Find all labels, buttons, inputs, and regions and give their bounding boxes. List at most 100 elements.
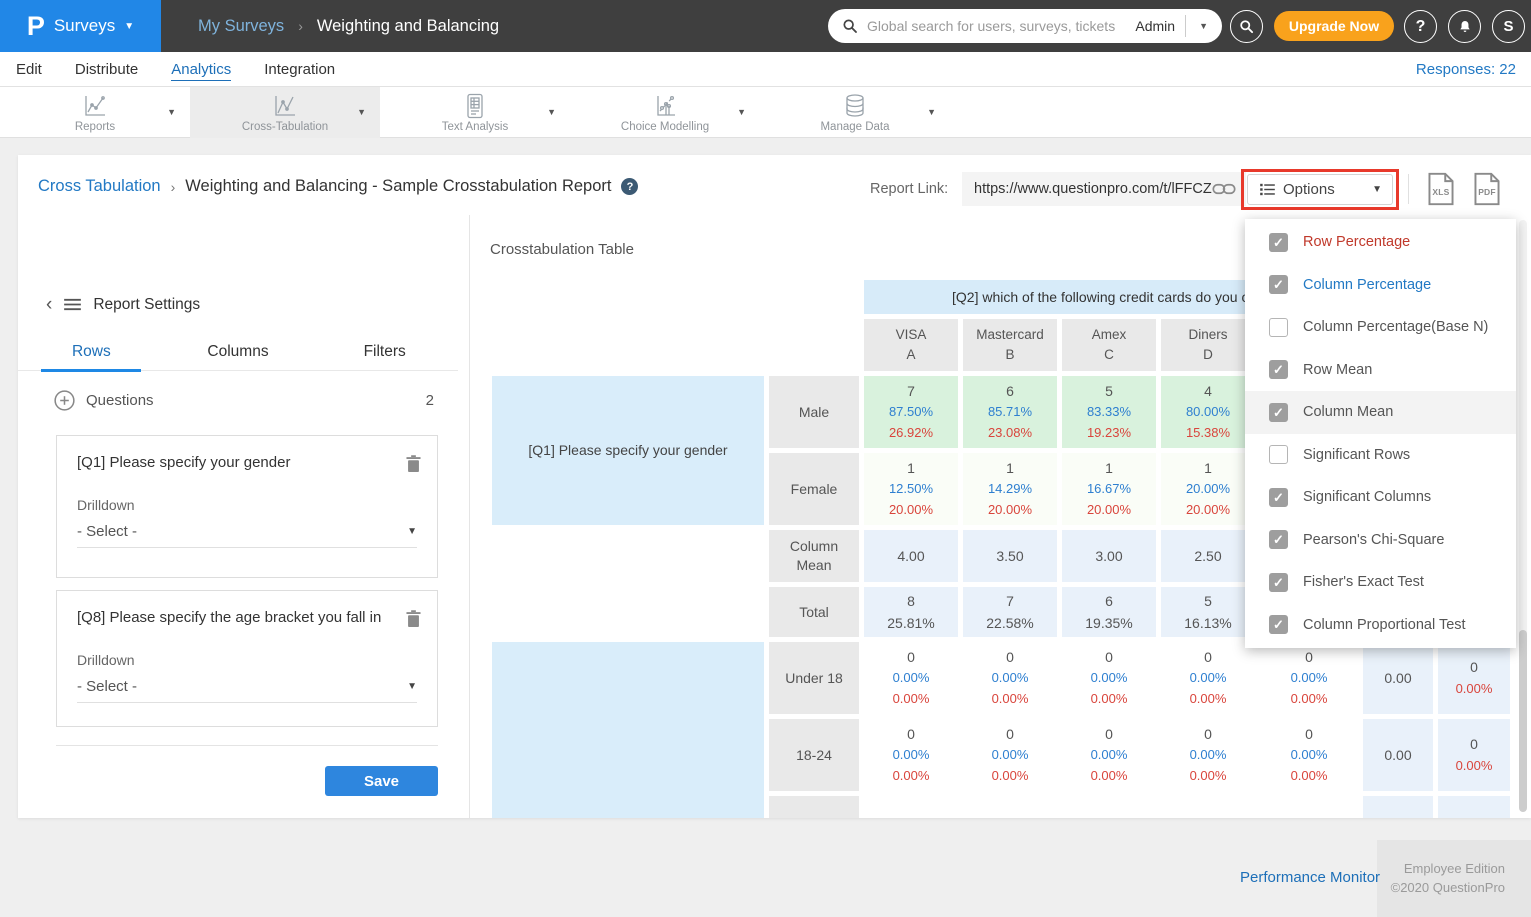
upgrade-now-button[interactable]: Upgrade Now — [1274, 11, 1394, 41]
chevron-down-icon[interactable]: ▼ — [927, 107, 936, 117]
data-cell: 00.00%0.00% — [864, 642, 958, 714]
data-cell: 00.00%0.00% — [1161, 719, 1255, 791]
toolbar-item-choice-modelling[interactable]: Choice Modelling ▼ — [570, 87, 760, 138]
nav-tab-distribute[interactable]: Distribute — [75, 59, 138, 80]
report-link-field[interactable]: https://www.questionpro.com/t/lFFCZg — [962, 172, 1246, 206]
report-settings-toggle[interactable]: ‹ Report Settings — [46, 295, 200, 314]
checkbox[interactable] — [1269, 445, 1288, 464]
options-button[interactable]: Options ▼ — [1247, 174, 1393, 205]
nav-tabs: Edit Distribute Analytics Integration — [16, 59, 335, 80]
save-button[interactable]: Save — [325, 766, 438, 796]
data-cell — [1363, 796, 1433, 818]
checkbox[interactable] — [1269, 318, 1288, 337]
checkbox[interactable]: ✓ — [1269, 488, 1288, 507]
data-cell: 120.00%20.00% — [1161, 453, 1255, 525]
data-cell: 787.50%26.92% — [864, 376, 958, 448]
chevron-down-icon: ▼ — [407, 526, 417, 537]
survey-nav: Edit Distribute Analytics Integration Respo… — [0, 52, 1531, 87]
checkbox[interactable]: ✓ — [1269, 573, 1288, 592]
user-avatar[interactable]: S — [1492, 10, 1525, 43]
search-button[interactable] — [1230, 10, 1263, 43]
report-title: Weighting and Balancing - Sample Crossta… — [185, 177, 611, 196]
chevron-down-icon[interactable]: ▼ — [737, 107, 746, 117]
chevron-down-icon[interactable]: ▼ — [167, 107, 176, 117]
cross-tabulation-link[interactable]: Cross Tabulation — [38, 177, 161, 196]
toolbar-item-reports[interactable]: Reports ▼ — [0, 87, 190, 138]
toolbar-item-text-analysis[interactable]: Text Analysis ▼ — [380, 87, 570, 138]
drilldown-select[interactable]: - Select - ▼ — [77, 523, 417, 548]
toolbar-item-cross-tabulation[interactable]: Cross-Tabulation ▼ — [190, 87, 380, 138]
options-menu-item-significant-columns[interactable]: ✓ Significant Columns — [1245, 476, 1516, 519]
responses-count[interactable]: Responses: 22 — [1416, 61, 1516, 78]
delete-question-button[interactable] — [406, 455, 421, 477]
row-header-male: Male — [769, 376, 859, 448]
column-header-diners: DinersD — [1161, 319, 1255, 371]
checkbox[interactable]: ✓ — [1269, 530, 1288, 549]
question-card-q8: [Q8] Please specify the age bracket you … — [56, 590, 438, 727]
check-icon: ✓ — [1273, 618, 1284, 631]
checkbox[interactable]: ✓ — [1269, 275, 1288, 294]
notifications-button[interactable] — [1448, 10, 1481, 43]
link-icon[interactable] — [1212, 182, 1236, 196]
settings-tab-filters[interactable]: Filters — [311, 339, 458, 370]
cross-tab-chart-icon — [272, 93, 298, 119]
help-icon[interactable]: ? — [621, 178, 638, 195]
nav-tab-integration[interactable]: Integration — [264, 59, 335, 80]
search-icon — [1239, 19, 1254, 34]
drilldown-label: Drilldown — [57, 477, 437, 513]
data-cell: 00.00%0.00% — [1062, 719, 1156, 791]
data-cell: 825.81% — [864, 587, 958, 637]
data-cell: 619.35% — [1062, 587, 1156, 637]
row-header-total: Total — [769, 587, 859, 637]
row-mean-cell: 0.00 — [1363, 642, 1433, 714]
help-button[interactable]: ? — [1404, 10, 1437, 43]
row-header-under-18: Under 18 — [769, 642, 859, 714]
divider — [1408, 174, 1409, 204]
data-cell: 116.67%20.00% — [1062, 453, 1156, 525]
options-menu-item-significant-rows[interactable]: Significant Rows — [1245, 434, 1516, 477]
options-menu-item-column-percentage-base-n-[interactable]: Column Percentage(Base N) — [1245, 306, 1516, 349]
checkbox[interactable]: ✓ — [1269, 360, 1288, 379]
options-menu-item-column-mean[interactable]: ✓ Column Mean — [1245, 391, 1516, 434]
screen: P Surveys ▼ My Surveys › Weighting and B… — [0, 0, 1531, 917]
add-circle-icon[interactable] — [54, 390, 75, 411]
data-cell: 00.00%0.00% — [963, 719, 1057, 791]
export-pdf-button[interactable]: PDF — [1472, 172, 1502, 206]
questions-label: Questions — [86, 392, 154, 409]
checkbox[interactable]: ✓ — [1269, 233, 1288, 252]
search-input[interactable] — [867, 18, 1135, 34]
options-menu-item-pearson-s-chi-square[interactable]: ✓ Pearson's Chi-Square — [1245, 519, 1516, 562]
delete-question-button[interactable] — [406, 610, 421, 632]
breadcrumb-my-surveys[interactable]: My Surveys — [198, 17, 284, 36]
report-url[interactable]: https://www.questionpro.com/t/lFFCZg — [974, 181, 1212, 197]
chevron-down-icon[interactable]: ▼ — [357, 107, 366, 117]
chevron-down-icon[interactable]: ▼ — [547, 107, 556, 117]
search-scope-selector[interactable]: Admin — [1135, 18, 1175, 34]
export-xls-button[interactable]: XLS — [1426, 172, 1456, 206]
performance-monitor-link[interactable]: Performance Monitor — [1240, 869, 1380, 886]
search-scope-caret-icon[interactable]: ▼ — [1195, 17, 1212, 35]
options-menu-item-row-percentage[interactable]: ✓ Row Percentage — [1245, 221, 1516, 264]
data-cell: 00.00%0.00% — [864, 719, 958, 791]
data-cell: 00.00%0.00% — [1062, 642, 1156, 714]
chevron-down-icon: ▼ — [1372, 184, 1382, 195]
checkbox[interactable]: ✓ — [1269, 403, 1288, 422]
options-menu-item-fisher-s-exact-test[interactable]: ✓ Fisher's Exact Test — [1245, 561, 1516, 604]
options-menu-item-column-proportional-test[interactable]: ✓ Column Proportional Test — [1245, 604, 1516, 647]
options-menu-item-column-percentage[interactable]: ✓ Column Percentage — [1245, 264, 1516, 307]
nav-tab-analytics[interactable]: Analytics — [171, 59, 231, 80]
settings-tab-rows[interactable]: Rows — [18, 339, 165, 370]
settings-tab-columns[interactable]: Columns — [165, 339, 312, 370]
report-settings-title: Report Settings — [93, 296, 200, 314]
toolbar-item-manage-data[interactable]: Manage Data ▼ — [760, 87, 950, 138]
nav-tab-edit[interactable]: Edit — [16, 59, 42, 80]
options-menu-item-row-mean[interactable]: ✓ Row Mean — [1245, 349, 1516, 392]
column-header-visa: VISAA — [864, 319, 958, 371]
check-icon: ✓ — [1273, 236, 1284, 249]
topbar: P Surveys ▼ My Surveys › Weighting and B… — [0, 0, 1531, 52]
drilldown-select[interactable]: - Select - ▼ — [77, 678, 417, 703]
check-icon: ✓ — [1273, 576, 1284, 589]
product-switcher[interactable]: P Surveys ▼ — [0, 0, 161, 52]
checkbox[interactable]: ✓ — [1269, 615, 1288, 634]
table-scrollbar-thumb[interactable] — [1519, 630, 1527, 812]
